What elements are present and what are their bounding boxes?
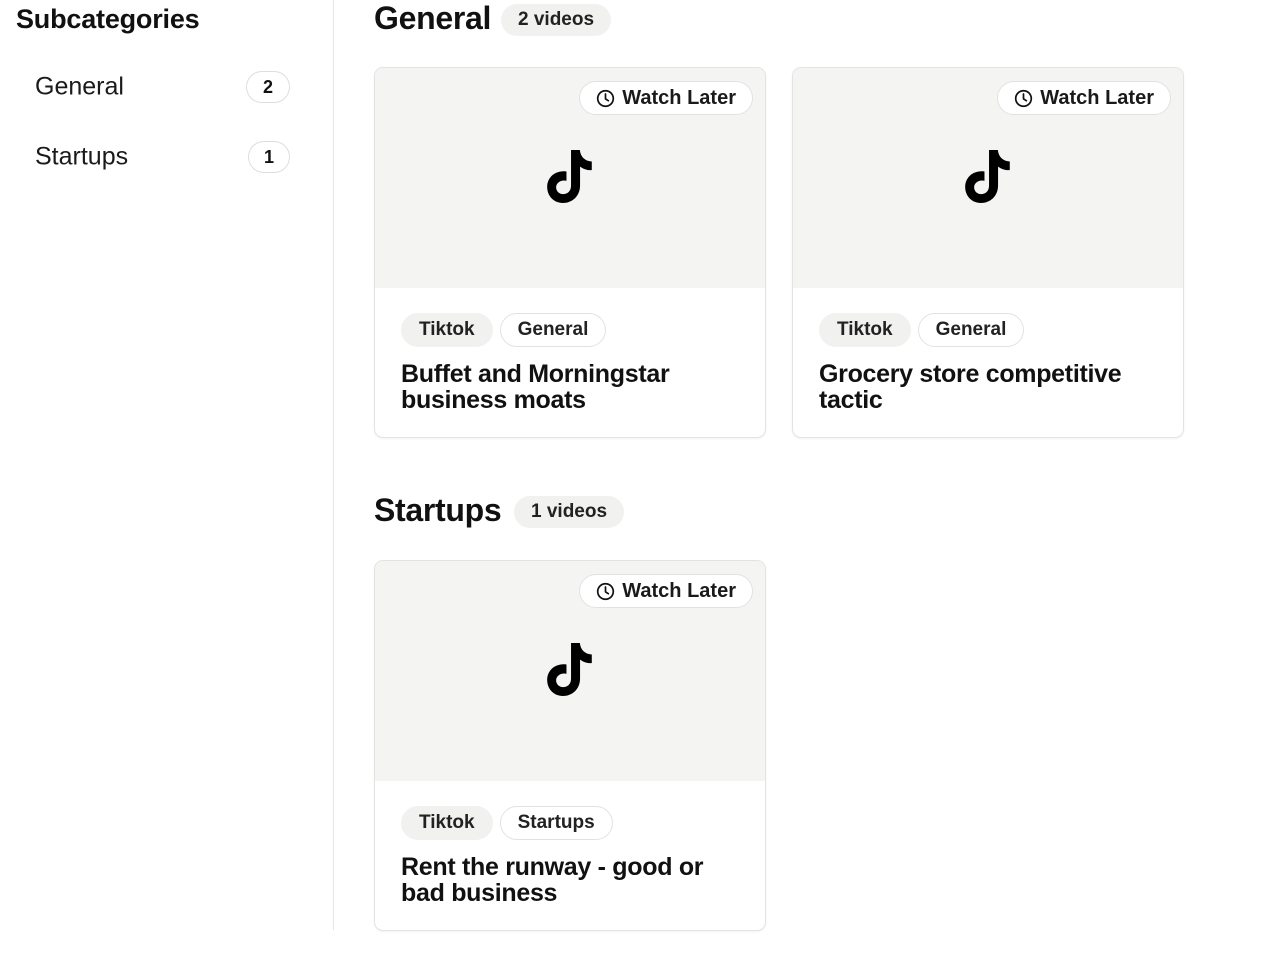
tag-list: Tiktok General [819, 313, 1025, 347]
tiktok-icon [547, 150, 592, 203]
platform-tag[interactable]: Tiktok [819, 313, 911, 347]
tiktok-icon [965, 150, 1010, 203]
sidebar-item-startups[interactable]: Startups 1 [16, 134, 296, 180]
sidebar-item-count: 1 [248, 141, 290, 173]
video-card[interactable]: Watch Later Tiktok General Grocery store… [792, 67, 1184, 438]
section-title: General [374, 0, 492, 36]
watch-later-label: Watch Later [1040, 86, 1154, 109]
category-tag[interactable]: Startups [499, 806, 613, 840]
clock-icon [597, 582, 615, 600]
watch-later-label: Watch Later [622, 579, 736, 602]
app: Subcategories General 2 Startups 1 Gener… [0, 0, 1282, 972]
video-title[interactable]: Rent the runway - good or bad business [401, 854, 741, 906]
video-title[interactable]: Buffet and Morningstar business moats [401, 361, 741, 413]
clock-icon [597, 89, 615, 107]
platform-tag[interactable]: Tiktok [401, 806, 493, 840]
watch-later-button[interactable]: Watch Later [579, 81, 753, 115]
video-title[interactable]: Grocery store competitive tactic [819, 361, 1159, 413]
category-tag[interactable]: General [499, 313, 607, 347]
video-thumbnail[interactable]: Watch Later [375, 561, 765, 781]
category-tag[interactable]: General [917, 313, 1025, 347]
sidebar-item-label: General [35, 72, 124, 101]
tag-list: Tiktok Startups [401, 806, 613, 840]
sidebar-title: Subcategories [16, 4, 200, 34]
sidebar: Subcategories General 2 Startups 1 [0, 0, 334, 930]
tag-list: Tiktok General [401, 313, 607, 347]
section-count-badge: 2 videos [501, 4, 612, 36]
clock-icon [1015, 89, 1033, 107]
sidebar-item-general[interactable]: General 2 [16, 64, 296, 110]
video-card[interactable]: Watch Later Tiktok General Buffet and Mo… [374, 67, 766, 438]
sidebar-item-count: 2 [246, 71, 290, 103]
watch-later-label: Watch Later [622, 86, 736, 109]
watch-later-button[interactable]: Watch Later [997, 81, 1171, 115]
video-thumbnail[interactable]: Watch Later [375, 68, 765, 288]
sidebar-item-label: Startups [35, 142, 129, 171]
tiktok-icon [547, 643, 592, 696]
video-thumbnail[interactable]: Watch Later [793, 68, 1183, 288]
section-title: Startups [374, 492, 502, 528]
section-count-badge: 1 videos [514, 496, 625, 528]
platform-tag[interactable]: Tiktok [401, 313, 493, 347]
video-card[interactable]: Watch Later Tiktok Startups Rent the run… [374, 560, 766, 931]
watch-later-button[interactable]: Watch Later [579, 574, 753, 608]
